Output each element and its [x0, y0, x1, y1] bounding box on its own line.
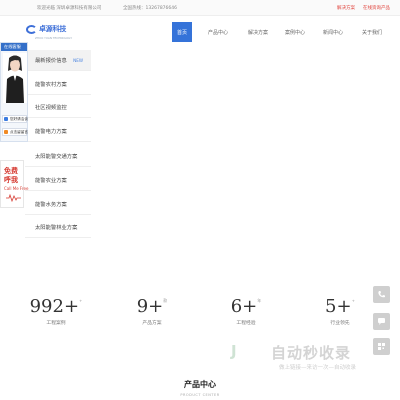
watermark: J 自动秒收录 做上链接—来访一次—自动收录	[231, 340, 391, 376]
phone-icon	[378, 291, 385, 298]
menu-item-water[interactable]: 能警水务方案	[25, 194, 91, 215]
menu-item-forestry[interactable]: 太阳能警林业方案	[25, 217, 91, 238]
product-menu: 最新报价信息 NEW 能警农村方案 社区视频监控 能警电力方案 太阳能警交通方案…	[25, 50, 91, 240]
new-badge: NEW	[73, 58, 83, 63]
stat-label: 工程案例	[46, 321, 66, 326]
stat-label: 产品方案	[142, 321, 162, 326]
hotline-text: 全国热线：13267876646	[123, 6, 177, 11]
chat-start-button[interactable]: 您好请洽谈	[2, 115, 28, 123]
menu-item-label: 能警农业方案	[35, 178, 67, 184]
stat-unit: +	[351, 298, 355, 303]
section-title: 产品中心	[184, 380, 216, 389]
stat-industry: 5++ 行业领先	[310, 296, 370, 326]
phone-tool-button[interactable]	[373, 286, 390, 303]
chat-start-label: 您好请洽谈	[10, 116, 28, 121]
message-icon	[4, 130, 8, 134]
watermark-sub: 做上链接—来访一次—自动收录	[279, 365, 357, 371]
menu-item-agriculture[interactable]: 能警农业方案	[25, 170, 91, 191]
nav-item-products[interactable]: 产品中心	[208, 22, 228, 42]
logo-tagline: ZHUO YUAN TECHNOLOGY	[35, 36, 73, 40]
logo-mark-icon	[26, 24, 37, 34]
stat-number: 6+	[230, 296, 258, 317]
free-call-box[interactable]: 免费 呼我 Call Me Free	[0, 160, 28, 208]
site-logo[interactable]: 卓源科技	[26, 22, 82, 36]
stat-experience: 6+年 工程经验	[216, 296, 276, 326]
stat-cases: 992++ 工程案例	[26, 296, 86, 326]
menu-item-power[interactable]: 能警电力方案	[25, 121, 91, 142]
menu-item-traffic[interactable]: 太阳能警交通方案	[25, 146, 91, 167]
menu-item-community-video[interactable]: 社区视频监控	[25, 97, 91, 118]
menu-item-label: 最新报价信息	[35, 58, 67, 64]
menu-item-latest-quote[interactable]: 最新报价信息 NEW	[25, 50, 91, 71]
stat-label: 行业领先	[330, 321, 350, 326]
menu-item-label: 太阳能警林业方案	[35, 225, 78, 231]
call-line3: Call Me Free	[4, 186, 29, 191]
menu-item-label: 能警水务方案	[35, 202, 67, 208]
agent-photo-icon	[3, 53, 27, 103]
topbar-link-solutions[interactable]: 解决方案	[337, 5, 355, 11]
stat-number: 5+	[325, 296, 352, 317]
menu-item-label: 能警电力方案	[35, 129, 67, 135]
watermark-brand: 自动秒收录	[271, 344, 352, 362]
logo-text: 卓源科技	[39, 25, 67, 33]
nav-item-cases[interactable]: 案例中心	[285, 22, 305, 42]
chat-icon	[4, 117, 8, 121]
nav-item-news[interactable]: 新闻中心	[323, 22, 343, 42]
menu-item-rural[interactable]: 能警农村方案	[25, 74, 91, 95]
stat-number: 9+	[136, 296, 164, 317]
menu-item-label: 太阳能警交通方案	[35, 154, 78, 160]
site-header: 卓源科技 ZHUO YUAN TECHNOLOGY 首页 产品中心 解决方案 案…	[0, 16, 400, 50]
stat-unit: +	[79, 298, 83, 303]
chat-bubble-icon	[378, 318, 385, 325]
stat-label: 工程经验	[236, 321, 256, 326]
section-subtitle: PRODUCT CENTER	[180, 393, 220, 397]
stat-products: 9+款 产品方案	[122, 296, 182, 326]
leave-message-label: 点击留留言	[10, 129, 28, 134]
call-line2: 呼我	[4, 176, 18, 184]
chat-tool-button[interactable]	[373, 313, 390, 330]
page: 欢迎光临 深圳卓源科技有限公司 全国热线：13267876646 解决方案 在线…	[0, 0, 400, 400]
menu-item-label: 能警农村方案	[35, 82, 67, 88]
chat-header: 在线客服	[1, 43, 27, 51]
nav-item-solutions[interactable]: 解决方案	[248, 22, 268, 42]
nav-item-about[interactable]: 关于我们	[362, 22, 382, 42]
topbar-link-consult[interactable]: 在线资询产品	[363, 5, 390, 11]
welcome-text: 欢迎光临 深圳卓源科技有限公司	[37, 6, 102, 11]
stat-unit: 款	[163, 298, 168, 303]
leave-message-button[interactable]: 点击留留言	[2, 128, 28, 136]
nav-item-home[interactable]: 首页	[172, 22, 192, 42]
agent-avatar	[3, 53, 27, 103]
watermark-logo-icon: J	[231, 342, 237, 360]
signal-wave-icon	[6, 194, 21, 202]
menu-item-label: 社区视频监控	[35, 105, 67, 111]
chat-widget: 在线客服 您好请洽谈 点击留留言	[0, 42, 28, 142]
stat-number: 992+	[29, 296, 80, 317]
stat-unit: 年	[257, 298, 262, 303]
top-bar: 欢迎光临 深圳卓源科技有限公司 全国热线：13267876646 解决方案 在线…	[0, 0, 400, 16]
